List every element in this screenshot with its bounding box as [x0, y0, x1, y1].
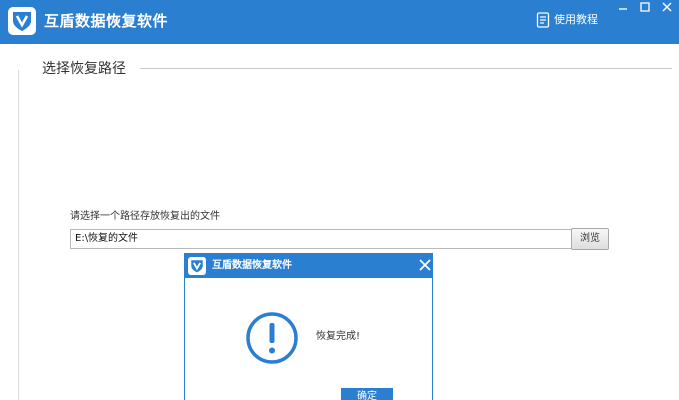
maximize-button[interactable]	[634, 0, 656, 16]
dialog-title: 互盾数据恢复软件	[212, 260, 292, 271]
browse-button[interactable]: 浏览	[571, 228, 609, 250]
dialog-close-button[interactable]	[418, 257, 432, 271]
alert-exclamation-icon	[246, 312, 298, 364]
minimize-button[interactable]	[612, 0, 634, 16]
section-title: 选择恢复路径	[42, 60, 126, 78]
recovery-path-input[interactable]	[70, 229, 576, 249]
path-prompt-label: 请选择一个路径存放恢复出的文件	[70, 211, 220, 222]
content-border	[18, 70, 19, 400]
help-label: 使用教程	[554, 13, 598, 26]
help-doc-icon	[536, 12, 550, 28]
ok-button[interactable]: 确定	[341, 388, 393, 400]
shield-logo-icon	[8, 7, 36, 35]
maximize-icon	[640, 2, 650, 12]
title-bar: 互盾数据恢复软件 使用教程	[0, 0, 679, 44]
app-window: 互盾数据恢复软件 使用教程 选择恢复路径 请选择一个路径存放恢复出的文件 E:\…	[0, 0, 679, 400]
dialog-header: 互盾数据恢复软件	[185, 254, 432, 278]
close-icon	[662, 2, 672, 12]
dialog-message: 恢复完成!	[316, 331, 361, 342]
app-title: 互盾数据恢复软件	[44, 12, 169, 30]
dialog-close-icon	[419, 259, 431, 271]
section-divider	[140, 68, 672, 69]
dialog-shield-logo-icon	[188, 257, 206, 275]
help-tutorial-button[interactable]: 使用教程	[536, 11, 598, 29]
completion-dialog: 互盾数据恢复软件 恢复完成! 确定	[184, 253, 433, 400]
close-button[interactable]	[656, 0, 678, 16]
minimize-icon	[619, 8, 627, 10]
